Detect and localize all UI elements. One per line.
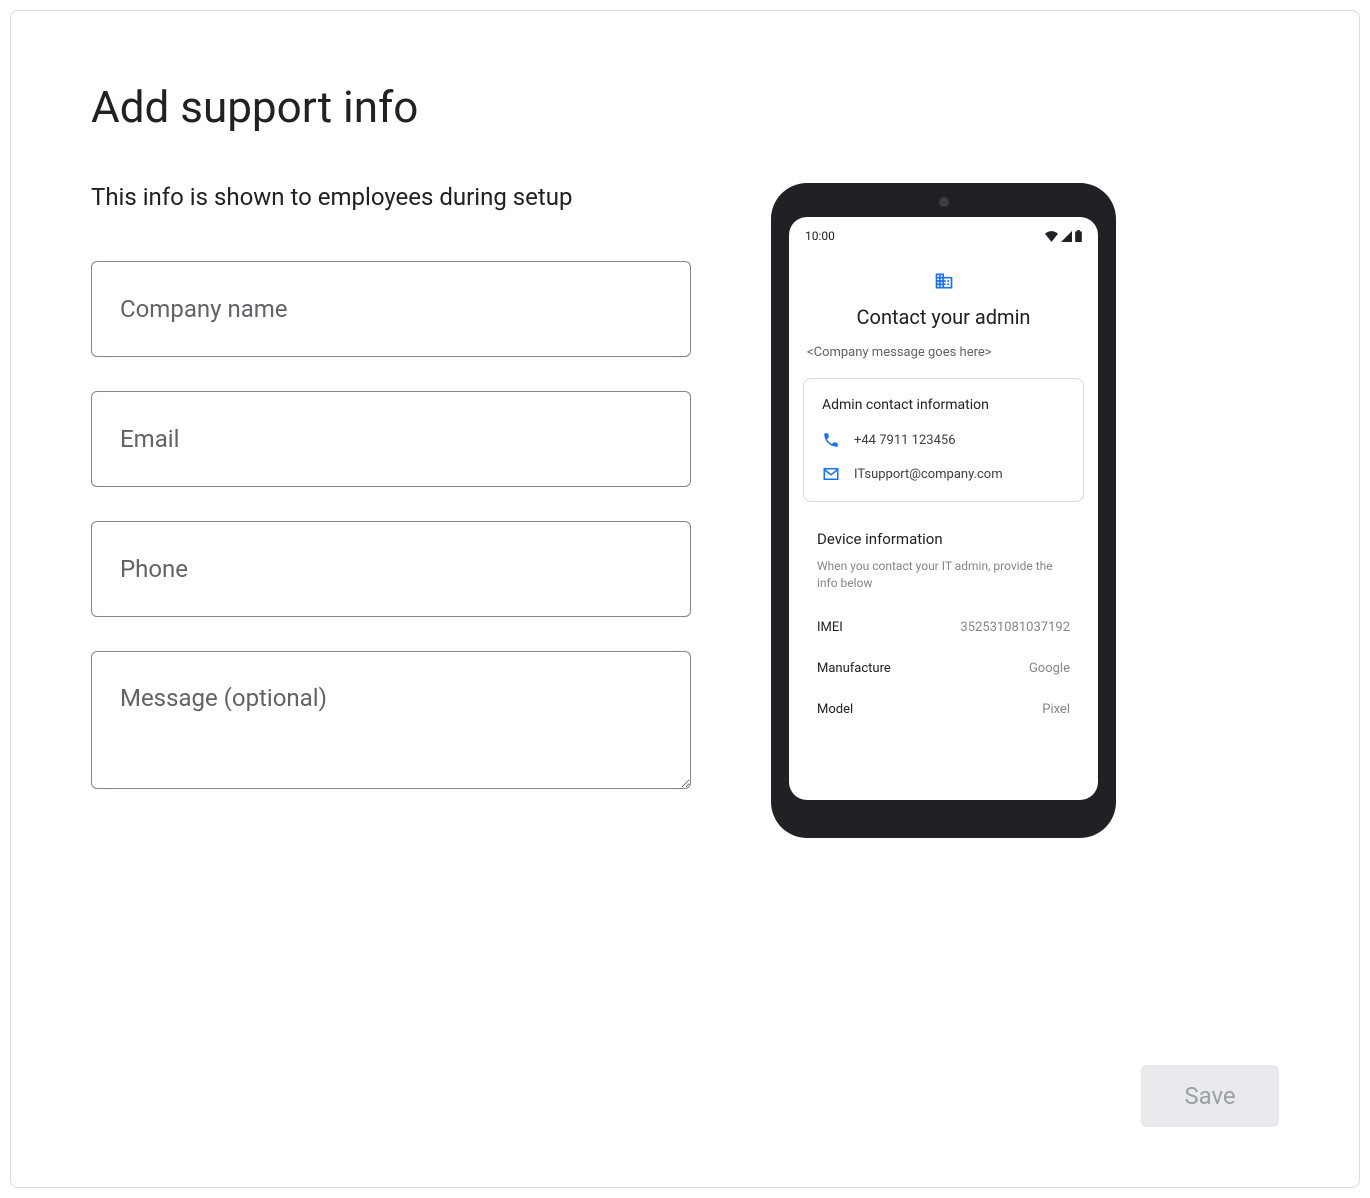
page-subtitle: This info is shown to employees during s… bbox=[91, 183, 691, 211]
building-icon bbox=[933, 271, 955, 291]
preview-heading: Contact your admin bbox=[803, 305, 1084, 329]
main-content-row: This info is shown to employees during s… bbox=[91, 183, 1279, 838]
model-value: Pixel bbox=[1042, 702, 1070, 717]
company-name-input[interactable] bbox=[91, 261, 691, 357]
phone-camera-dot bbox=[939, 197, 949, 207]
device-info-heading: Device information bbox=[817, 530, 1070, 548]
model-label: Model bbox=[817, 702, 853, 717]
page-title: Add support info bbox=[91, 81, 1279, 133]
add-support-info-panel: Add support info This info is shown to e… bbox=[10, 10, 1360, 1188]
status-bar: 10:00 bbox=[803, 229, 1084, 243]
contact-email-row: ITsupport@company.com bbox=[822, 465, 1065, 483]
device-info-section: Device information When you contact your… bbox=[803, 530, 1084, 717]
imei-label: IMEI bbox=[817, 620, 843, 635]
wifi-icon bbox=[1045, 231, 1058, 242]
device-row-manufacture: Manufacture Google bbox=[817, 661, 1070, 676]
manufacture-value: Google bbox=[1029, 661, 1070, 676]
device-info-helper: When you contact your IT admin, provide … bbox=[817, 558, 1070, 592]
building-icon-wrap bbox=[803, 271, 1084, 291]
phone-icon bbox=[822, 431, 840, 449]
signal-icon bbox=[1061, 231, 1072, 242]
phone-screen: 10:00 Contact your admin <Company messag… bbox=[789, 217, 1098, 800]
form-section: This info is shown to employees during s… bbox=[91, 183, 691, 838]
save-button[interactable]: Save bbox=[1141, 1065, 1279, 1127]
phone-preview: 10:00 Contact your admin <Company messag… bbox=[771, 183, 1116, 838]
admin-card-title: Admin contact information bbox=[822, 397, 1065, 413]
imei-value: 352531081037192 bbox=[960, 620, 1070, 635]
status-icons bbox=[1045, 230, 1082, 242]
battery-icon bbox=[1075, 230, 1082, 242]
status-time: 10:00 bbox=[805, 229, 835, 243]
device-row-model: Model Pixel bbox=[817, 702, 1070, 717]
manufacture-label: Manufacture bbox=[817, 661, 891, 676]
email-input[interactable] bbox=[91, 391, 691, 487]
device-row-imei: IMEI 352531081037192 bbox=[817, 620, 1070, 635]
admin-contact-card: Admin contact information +44 7911 12345… bbox=[803, 378, 1084, 502]
contact-phone-row: +44 7911 123456 bbox=[822, 431, 1065, 449]
message-textarea[interactable] bbox=[91, 651, 691, 789]
preview-company-message: <Company message goes here> bbox=[803, 345, 1084, 360]
contact-phone-text: +44 7911 123456 bbox=[854, 433, 956, 448]
phone-input[interactable] bbox=[91, 521, 691, 617]
contact-email-text: ITsupport@company.com bbox=[854, 467, 1003, 482]
email-icon bbox=[822, 465, 840, 483]
